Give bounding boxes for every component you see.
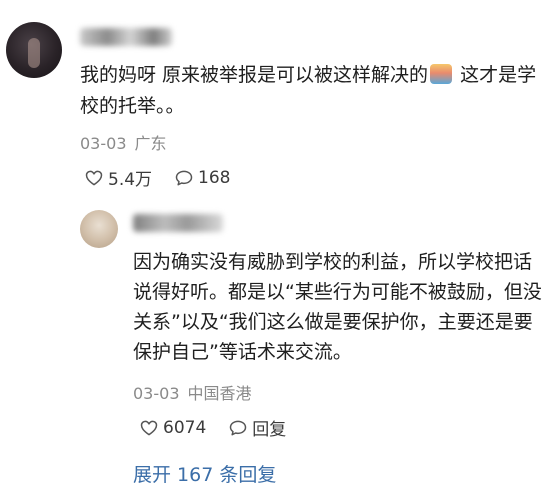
- reply-location: 中国香港: [187, 384, 252, 403]
- reply-reply-button[interactable]: 回复: [228, 415, 286, 440]
- smiling-face-emoji-icon: [430, 64, 453, 84]
- user-avatar[interactable]: [6, 22, 62, 78]
- reply-username-blurred[interactable]: [133, 214, 223, 232]
- comment-bubble-icon: [175, 170, 193, 185]
- reply-count: 168: [198, 167, 231, 188]
- like-button[interactable]: 5.4万: [84, 165, 152, 190]
- reply-meta: 03-03 中国香港: [133, 380, 252, 404]
- reply-user-avatar[interactable]: [80, 210, 118, 248]
- comment-bubble-icon: [230, 420, 247, 435]
- expand-replies-link[interactable]: 展开 167 条回复: [133, 460, 276, 487]
- comment-date: 03-03: [80, 134, 127, 153]
- reply-date: 03-03: [133, 384, 180, 403]
- reply-button[interactable]: 168: [174, 167, 231, 188]
- comment-text: 我的妈呀 原来被举报是可以被这样解决的 这才是学校的托举。。: [80, 60, 550, 122]
- reply-like-button[interactable]: 6074: [139, 418, 206, 438]
- reply-text: 因为确实没有威胁到学校的利益，所以学校把话说得好听。都是以“某些行为可能不被鼓励…: [133, 251, 542, 363]
- comment-location: 广东: [134, 134, 167, 153]
- username-blurred[interactable]: [80, 28, 172, 46]
- reply-like-count: 6074: [163, 417, 207, 438]
- like-count: 5.4万: [108, 170, 153, 190]
- comment-meta: 03-03 广东: [80, 130, 167, 154]
- comment-text-part1: 我的妈呀 原来被举报是可以被这样解决的: [80, 64, 429, 86]
- heart-icon: [140, 420, 158, 435]
- heart-icon: [85, 170, 103, 185]
- reply-reply-label: 回复: [252, 420, 287, 440]
- reply-actions: 6074 回复: [139, 415, 308, 440]
- comment-actions: 5.4万 168: [84, 165, 253, 190]
